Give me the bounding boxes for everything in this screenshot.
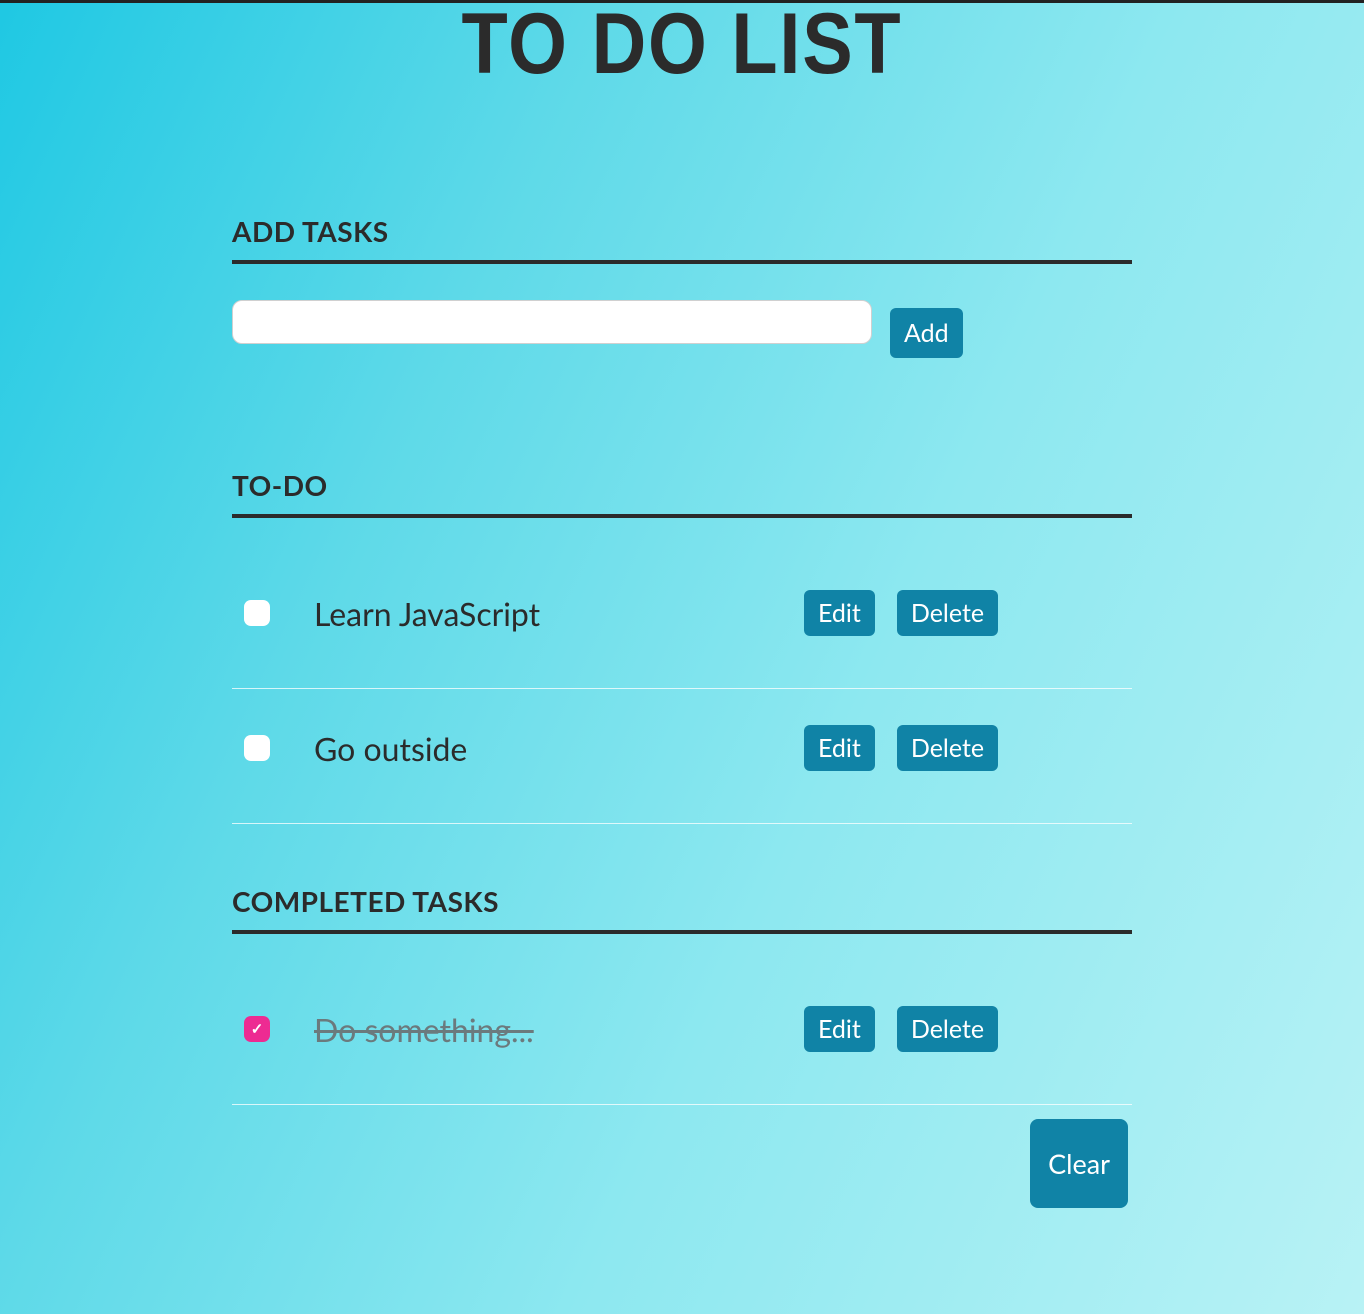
task-row: Go outside Edit Delete	[232, 689, 1132, 824]
task-label: Go outside	[314, 729, 804, 768]
task-input[interactable]	[232, 300, 872, 344]
edit-button[interactable]: Edit	[804, 725, 875, 771]
task-row: Do something... Edit Delete	[232, 970, 1132, 1105]
task-checkbox[interactable]	[244, 1016, 270, 1042]
add-task-row: Add	[232, 300, 1132, 358]
task-row: Learn JavaScript Edit Delete	[232, 554, 1132, 689]
delete-button[interactable]: Delete	[897, 590, 998, 636]
task-actions: Edit Delete	[804, 590, 998, 636]
task-label: Learn JavaScript	[314, 594, 804, 633]
edit-button[interactable]: Edit	[804, 1006, 875, 1052]
task-checkbox[interactable]	[244, 600, 270, 626]
task-label: Do something...	[314, 1010, 804, 1049]
task-actions: Edit Delete	[804, 1006, 998, 1052]
todo-section: TO-DO Learn JavaScript Edit Delete Go ou…	[232, 468, 1132, 824]
task-checkbox[interactable]	[244, 735, 270, 761]
add-button[interactable]: Add	[890, 308, 963, 358]
completed-heading: COMPLETED TASKS	[232, 884, 1132, 934]
todo-heading: TO-DO	[232, 468, 1132, 518]
clear-row: Clear	[232, 1119, 1132, 1208]
task-actions: Edit Delete	[804, 725, 998, 771]
page-title: TO DO LIST	[286, 0, 1078, 94]
clear-button[interactable]: Clear	[1030, 1119, 1128, 1208]
completed-section: COMPLETED TASKS Do something... Edit Del…	[232, 884, 1132, 1105]
delete-button[interactable]: Delete	[897, 1006, 998, 1052]
edit-button[interactable]: Edit	[804, 590, 875, 636]
add-tasks-section: ADD TASKS Add	[232, 214, 1132, 358]
add-tasks-heading: ADD TASKS	[232, 214, 1132, 264]
delete-button[interactable]: Delete	[897, 725, 998, 771]
